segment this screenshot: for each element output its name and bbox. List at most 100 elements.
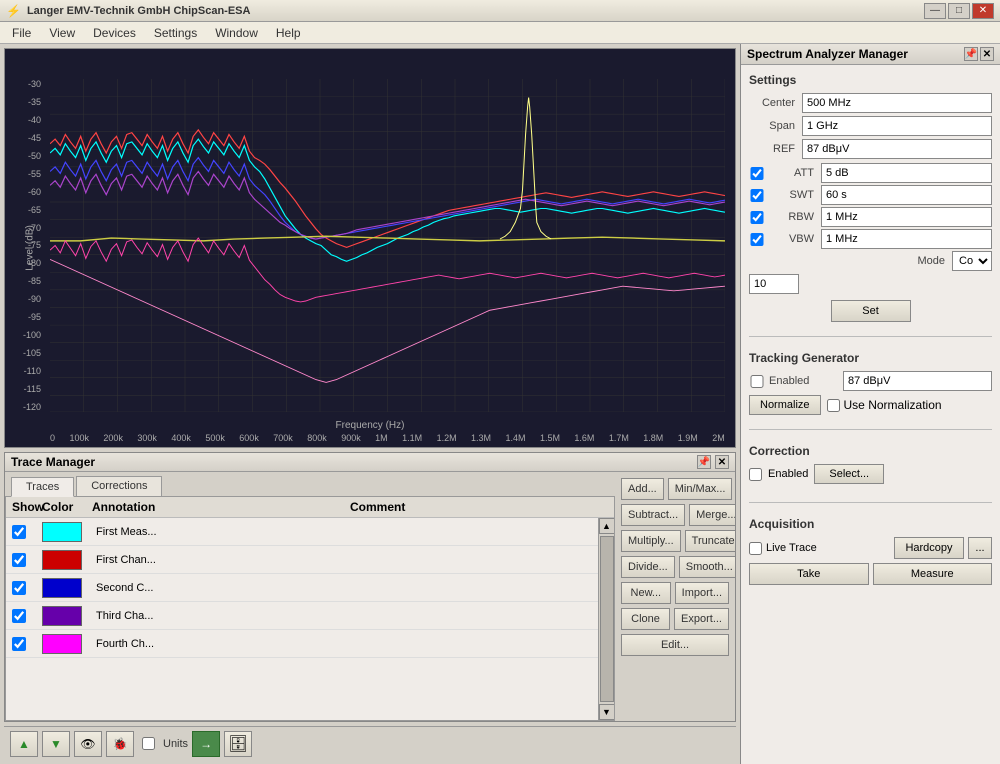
cylinder-button[interactable]: 🗄 [224,731,252,757]
acq-take-measure-row: Take Measure [749,563,992,585]
minimize-button[interactable]: — [924,3,946,19]
right-panel: Spectrum Analyzer Manager 📌 ✕ Settings C… [740,44,1000,764]
trace-show-checkbox-4[interactable] [12,609,26,623]
swt-row: SWT [749,185,992,205]
trace-annotation-4: Third Cha... [92,610,342,622]
trace-show-checkbox-1[interactable] [12,525,26,539]
add-button[interactable]: Add... [621,478,664,500]
att-label: ATT [768,167,818,179]
menu-devices[interactable]: Devices [85,24,144,42]
move-down-button[interactable]: ▼ [42,731,70,757]
live-trace-label: Live Trace [766,542,890,554]
trace-show-checkbox-2[interactable] [12,553,26,567]
menu-help[interactable]: Help [268,24,309,42]
rbw-label: RBW [768,211,818,223]
trace-manager: Trace Manager 📌 ✕ Traces Corrections Sho… [4,452,736,722]
scroll-up[interactable]: ▲ [599,518,615,534]
tab-traces[interactable]: Traces [11,477,74,497]
bug-button[interactable]: 🐞 [106,731,134,757]
ref-input[interactable] [802,139,992,159]
trace-buttons-panel: Add... Min/Max... Subtract... Merge... M… [615,472,735,721]
correction-enabled-checkbox[interactable] [749,468,762,481]
import-button[interactable]: Import... [675,582,729,604]
live-trace-checkbox[interactable] [749,542,762,555]
span-input[interactable] [802,116,992,136]
measure-button[interactable]: Measure [873,563,993,585]
table-row: Third Cha... [6,602,598,630]
rbw-checkbox[interactable] [749,211,765,224]
scroll-thumb[interactable] [600,536,614,702]
trace-color-4[interactable] [42,606,82,626]
chart-svg [50,79,725,412]
tab-row: Traces Corrections [5,472,615,496]
edit-button[interactable]: Edit... [621,634,729,656]
trace-color-2[interactable] [42,550,82,570]
smooth-button[interactable]: Smooth... [679,556,735,578]
swt-label: SWT [768,189,818,201]
title-bar: ⚡ Langer EMV-Technik GmbH ChipScan-ESA —… [0,0,1000,22]
export-button[interactable]: Export... [674,608,729,630]
mode-spin[interactable] [749,274,799,294]
correction-section: Correction Enabled Select... [749,444,992,488]
tg-enabled-checkbox[interactable] [749,375,765,388]
units-label: Units [163,738,188,750]
trace-manager-pin[interactable]: 📌 [697,455,711,469]
trace-manager-close[interactable]: ✕ [715,455,729,469]
tab-corrections[interactable]: Corrections [76,476,162,496]
move-up-button[interactable]: ▲ [10,731,38,757]
right-panel-close[interactable]: ✕ [980,47,994,61]
eye-button[interactable]: 👁 [74,731,102,757]
scroll-down[interactable]: ▼ [599,704,615,720]
trace-color-5[interactable] [42,634,82,654]
att-checkbox[interactable] [749,167,765,180]
merge-button[interactable]: Merge... [689,504,735,526]
use-norm-checkbox[interactable] [827,399,840,412]
vbw-input[interactable] [821,229,992,249]
trace-show-checkbox-3[interactable] [12,581,26,595]
center-input[interactable] [802,93,992,113]
trace-table-header: Show Color Annotation Comment [6,497,614,518]
chart-container: -30 -35 -40 -45 -50 -55 -60 -65 -70 -75 … [4,48,736,448]
tracking-generator-section: Tracking Generator Enabled Normalize Use… [749,351,992,415]
col-show: Show [12,500,42,514]
hardcopy-dots-button[interactable]: ... [968,537,992,559]
hardcopy-button[interactable]: Hardcopy [894,537,964,559]
trace-annotation-1: First Meas... [92,526,342,538]
multiply-button[interactable]: Multiply... [621,530,681,552]
menu-file[interactable]: File [4,24,39,42]
rbw-input[interactable] [821,207,992,227]
center-label: Center [749,97,799,109]
forward-button[interactable]: → [192,731,220,757]
tg-enabled-row: Enabled [749,371,992,391]
acquisition-title: Acquisition [749,517,992,531]
units-checkbox[interactable] [142,737,155,750]
new-button[interactable]: New... [621,582,671,604]
right-panel-pin[interactable]: 📌 [964,47,978,61]
mode-select[interactable]: Continuous Single [952,251,992,271]
take-button[interactable]: Take [749,563,869,585]
maximize-button[interactable]: □ [948,3,970,19]
menu-settings[interactable]: Settings [146,24,205,42]
swt-checkbox[interactable] [749,189,765,202]
vbw-checkbox[interactable] [749,233,765,246]
menu-window[interactable]: Window [207,24,266,42]
trace-color-1[interactable] [42,522,82,542]
set-button[interactable]: Set [831,300,911,322]
att-input[interactable] [821,163,992,183]
trace-scrollbar[interactable]: ▲ ▼ [598,518,614,720]
subtract-button[interactable]: Subtract... [621,504,685,526]
tg-enabled-label: Enabled [769,375,839,387]
normalize-button[interactable]: Normalize [749,395,821,415]
close-button[interactable]: ✕ [972,3,994,19]
menu-view[interactable]: View [41,24,83,42]
correction-select-button[interactable]: Select... [814,464,884,484]
truncate-button[interactable]: Truncate... [685,530,735,552]
trace-color-3[interactable] [42,578,82,598]
swt-input[interactable] [821,185,992,205]
minmax-button[interactable]: Min/Max... [668,478,733,500]
trace-show-checkbox-5[interactable] [12,637,26,651]
correction-enabled-label: Enabled [768,468,808,480]
divide-button[interactable]: Divide... [621,556,675,578]
clone-button[interactable]: Clone [621,608,670,630]
tg-value-input[interactable] [843,371,992,391]
